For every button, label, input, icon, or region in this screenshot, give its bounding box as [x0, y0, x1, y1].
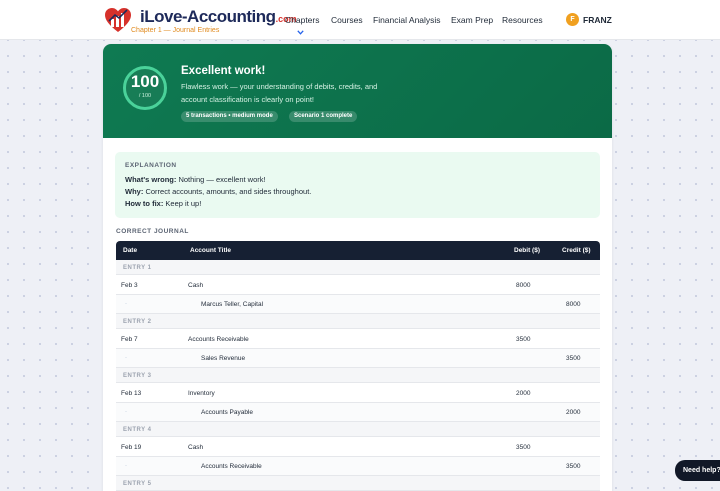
date-cell: Feb 7	[121, 336, 138, 343]
debit-account-cell: Inventory	[188, 390, 215, 397]
debit-account-cell: Accounts Receivable	[188, 336, 249, 343]
table-row: Feb 19 Cash 3500	[116, 437, 600, 457]
explanation-box: EXPLANATION What's wrong: Nothing — exce…	[115, 152, 600, 218]
entry-label: ENTRY 1	[123, 265, 152, 271]
table-row: Feb 3 Cash 8000	[116, 275, 600, 295]
explanation-wrong: What's wrong: Nothing — excellent work!	[125, 175, 266, 184]
score-value: 100	[130, 72, 160, 91]
nav-chapters[interactable]: Chapters	[285, 15, 320, 25]
explanation-heading: EXPLANATION	[125, 162, 177, 169]
table-row: - Accounts Payable 2000	[116, 403, 600, 422]
col-credit: Credit ($)	[562, 247, 591, 254]
nav-resources[interactable]: Resources	[502, 15, 543, 25]
score-max: / 100	[138, 93, 152, 99]
blank-date: -	[125, 463, 127, 469]
credit-amount-cell: 2000	[566, 409, 581, 416]
entry-header-row: ENTRY 2	[116, 314, 600, 329]
credit-account-cell: Accounts Payable	[201, 409, 254, 416]
score-banner: 100 / 100 Excellent work! Flawless work …	[103, 44, 612, 138]
col-debit: Debit ($)	[514, 247, 540, 254]
table-row: - Accounts Receivable 3500	[116, 457, 600, 476]
heart-chart-logo-icon[interactable]	[103, 6, 133, 34]
debit-account-cell: Cash	[188, 282, 204, 289]
credit-account-cell: Marcus Teller, Capital	[201, 301, 264, 308]
debit-amount-cell: 3500	[516, 336, 531, 343]
debit-amount-cell: 2000	[516, 390, 531, 397]
nav-financial-analysis[interactable]: Financial Analysis	[373, 15, 441, 25]
table-header: Date Account Title Debit ($) Credit ($)	[116, 241, 600, 260]
result-title: Excellent work!	[181, 65, 266, 77]
date-cell: Feb 3	[121, 282, 138, 289]
entry-header-row: ENTRY 1	[116, 260, 600, 275]
blank-date: -	[125, 355, 127, 361]
entry-header-row: ENTRY 3	[116, 368, 600, 383]
col-account: Account Title	[190, 247, 232, 254]
entry-header-row: ENTRY 4	[116, 422, 600, 437]
entry-label: ENTRY 4	[123, 427, 152, 433]
explanation-why: Why: Correct accounts, amounts, and side…	[125, 187, 312, 196]
chevron-down-icon[interactable]	[297, 30, 304, 35]
table-row: - Sales Revenue 3500	[116, 349, 600, 368]
avatar[interactable]: F	[566, 13, 579, 26]
entry-label: ENTRY 2	[123, 319, 152, 325]
table-row: Feb 7 Accounts Receivable 3500	[116, 329, 600, 349]
result-card: 100 / 100 Excellent work! Flawless work …	[103, 44, 612, 491]
entry-header-row: ENTRY 5	[116, 476, 600, 491]
debit-amount-cell: 8000	[516, 282, 531, 289]
help-button[interactable]: Need help?	[675, 460, 720, 481]
user-name[interactable]: FRANZ	[583, 15, 612, 25]
date-cell: Feb 13	[121, 390, 142, 397]
credit-account-cell: Accounts Receivable	[201, 463, 262, 470]
blank-date: -	[125, 409, 127, 415]
logo-subtitle: Chapter 1 — Journal Entries	[131, 27, 220, 34]
credit-amount-cell: 3500	[566, 355, 581, 362]
journal-heading: CORRECT JOURNAL	[116, 228, 189, 235]
blank-date: -	[125, 301, 127, 307]
entry-label: ENTRY 5	[123, 481, 152, 487]
scenario-badge: Scenario 1 complete	[289, 111, 358, 122]
col-date: Date	[123, 247, 138, 254]
nav-courses[interactable]: Courses	[331, 15, 363, 25]
credit-amount-cell: 3500	[566, 463, 581, 470]
debit-amount-cell: 3500	[516, 444, 531, 451]
explanation-fix: How to fix: Keep it up!	[125, 199, 202, 208]
site-logo-text[interactable]: iLove-Accounting.com	[140, 8, 297, 28]
debit-account-cell: Cash	[188, 444, 204, 451]
result-message: Flawless work — your understanding of de…	[181, 82, 378, 104]
credit-account-cell: Sales Revenue	[201, 355, 246, 362]
entry-label: ENTRY 3	[123, 373, 152, 379]
date-cell: Feb 19	[121, 444, 142, 451]
table-row: Feb 13 Inventory 2000	[116, 383, 600, 403]
top-header: iLove-Accounting.com Chapter 1 — Journal…	[0, 0, 720, 40]
credit-amount-cell: 8000	[566, 301, 581, 308]
transactions-badge: 5 transactions • medium mode	[181, 111, 278, 122]
nav-exam-prep[interactable]: Exam Prep	[451, 15, 493, 25]
table-row: - Marcus Teller, Capital 8000	[116, 295, 600, 314]
